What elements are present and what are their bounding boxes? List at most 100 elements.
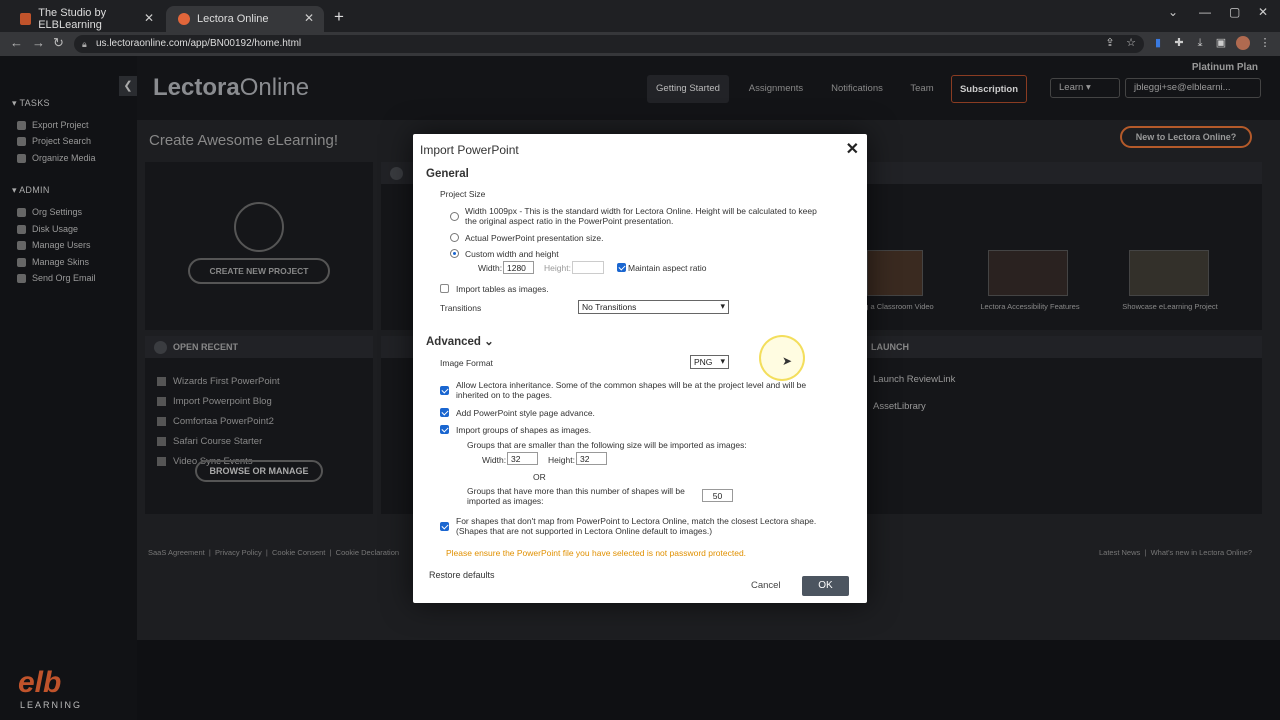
recent-item[interactable]: Import Powerpoint Blog bbox=[157, 396, 272, 407]
minimize-icon[interactable]: — bbox=[1199, 5, 1211, 19]
recent-item[interactable]: Safari Course Starter bbox=[157, 436, 262, 447]
browse-or-manage-button[interactable]: BROWSE OR MANAGE bbox=[195, 460, 323, 482]
whats-new-link[interactable]: What's new in Lectora Online? bbox=[1151, 548, 1252, 557]
groups-label: Import groups of shapes as images. bbox=[456, 425, 592, 435]
user-dropdown[interactable]: jbleggi+se@elblearni... bbox=[1125, 78, 1261, 98]
tasks-heading[interactable]: ▾ TASKS bbox=[12, 98, 50, 109]
reload-icon[interactable]: ↻ bbox=[53, 35, 64, 51]
skin-icon bbox=[17, 257, 26, 267]
learn-dropdown[interactable]: Learn ▾ bbox=[1050, 78, 1120, 98]
back-icon[interactable]: ← bbox=[10, 35, 23, 50]
forward-icon[interactable]: → bbox=[32, 35, 45, 50]
sidebar-item-send-email[interactable]: Send Org Email bbox=[17, 273, 96, 283]
maximize-icon[interactable]: ▢ bbox=[1229, 5, 1240, 19]
closest-shape-checkbox[interactable] bbox=[440, 522, 449, 531]
mouse-pointer-icon: ➤ bbox=[782, 354, 793, 368]
groups-checkbox[interactable] bbox=[440, 425, 449, 434]
sidebar-item-search[interactable]: Project Search bbox=[17, 136, 91, 146]
nav-team[interactable]: Team bbox=[900, 75, 944, 103]
sidebar-item-manage-users[interactable]: Manage Users bbox=[17, 240, 91, 250]
admin-heading[interactable]: ▾ ADMIN bbox=[12, 185, 50, 196]
new-tab-icon[interactable]: + bbox=[334, 7, 344, 27]
elb-logo-sub: LEARNING bbox=[20, 700, 83, 710]
tutorial-label[interactable]: Lectora Accessibility Features bbox=[971, 302, 1089, 311]
create-new-project-button[interactable]: CREATE NEW PROJECT bbox=[188, 258, 330, 284]
tutorial-label[interactable]: Showcase eLearning Project bbox=[1111, 302, 1229, 311]
open-recent-header: OPEN RECENT bbox=[145, 336, 373, 358]
close-icon[interactable]: ✕ bbox=[846, 139, 859, 159]
browser-tab-studio[interactable]: The Studio by ELBLearning ✕ bbox=[8, 6, 164, 32]
inheritance-checkbox[interactable] bbox=[440, 386, 449, 395]
nav-subscription[interactable]: Subscription bbox=[951, 75, 1027, 103]
ok-button[interactable]: OK bbox=[802, 576, 849, 596]
bookmark-star-icon[interactable]: ☆ bbox=[1124, 36, 1138, 50]
sidepanel-icon[interactable]: ▣ bbox=[1214, 36, 1228, 50]
plan-label: Platinum Plan bbox=[1191, 62, 1258, 73]
saas-link[interactable]: SaaS Agreement bbox=[148, 548, 205, 557]
standard-width-label: Width 1009px - This is the standard widt… bbox=[465, 206, 817, 226]
radio-actual-size[interactable] bbox=[450, 233, 459, 242]
sidebar-item-export[interactable]: Export Project bbox=[17, 120, 89, 130]
custom-size-label: Custom width and height bbox=[465, 249, 559, 259]
address-bar[interactable]: 🔒︎ us.lectoraonline.com/app/BN00192/home… bbox=[74, 35, 1144, 53]
close-tab-icon[interactable]: ✕ bbox=[144, 11, 154, 25]
chevron-down-icon: ⌄ bbox=[484, 336, 494, 348]
privacy-link[interactable]: Privacy Policy bbox=[215, 548, 262, 557]
recent-item[interactable]: Wizards First PowerPoint bbox=[157, 376, 280, 387]
radio-custom-size[interactable] bbox=[450, 249, 459, 258]
maintain-aspect-label: Maintain aspect ratio bbox=[628, 263, 707, 273]
image-format-select[interactable]: PNG bbox=[690, 355, 729, 369]
password-warning: Please ensure the PowerPoint file you ha… bbox=[446, 548, 747, 558]
cancel-button[interactable]: Cancel bbox=[751, 580, 781, 591]
image-format-label: Image Format bbox=[440, 358, 493, 368]
import-tables-checkbox[interactable] bbox=[440, 284, 449, 293]
group-height-input[interactable]: 32 bbox=[576, 452, 607, 465]
height-input[interactable] bbox=[572, 261, 604, 274]
close-window-icon[interactable]: ✕ bbox=[1258, 5, 1268, 19]
collapse-sidebar-icon[interactable]: ❮ bbox=[119, 76, 137, 96]
search-icon bbox=[17, 136, 26, 146]
share-icon[interactable]: ⇪ bbox=[1103, 36, 1117, 50]
sidebar-item-manage-skins[interactable]: Manage Skins bbox=[17, 257, 89, 267]
restore-defaults-link[interactable]: Restore defaults bbox=[429, 570, 495, 580]
transitions-select[interactable]: No Transitions bbox=[578, 300, 729, 314]
groups-more-input[interactable]: 50 bbox=[702, 489, 733, 502]
footer-left: SaaS Agreement | Privacy Policy | Cookie… bbox=[148, 548, 400, 557]
extension-icon[interactable]: ▮ bbox=[1151, 36, 1165, 50]
chevron-down-icon[interactable]: ⌄ bbox=[1168, 5, 1178, 19]
nav-getting-started[interactable]: Getting Started bbox=[647, 75, 729, 103]
width-input[interactable]: 1280 bbox=[503, 261, 534, 274]
open-recent-panel: OPEN RECENT Wizards First PowerPoint Imp… bbox=[145, 336, 373, 514]
launch-reviewlink-link[interactable]: Launch ReviewLink bbox=[873, 374, 955, 385]
gear-icon bbox=[17, 207, 26, 217]
radio-standard-width[interactable] bbox=[450, 212, 459, 221]
sidebar-item-org-settings[interactable]: Org Settings bbox=[17, 207, 82, 217]
browser-tab-lectora[interactable]: Lectora Online ✕ bbox=[166, 6, 324, 32]
cookie-consent-link[interactable]: Cookie Consent bbox=[272, 548, 325, 557]
asset-library-link[interactable]: AssetLibrary bbox=[873, 401, 926, 412]
sidebar-item-media[interactable]: Organize Media bbox=[17, 153, 96, 163]
new-to-lectora-button[interactable]: New to Lectora Online? bbox=[1120, 126, 1252, 148]
recent-item[interactable]: Comfortaa PowerPoint2 bbox=[157, 416, 274, 427]
nav-assignments[interactable]: Assignments bbox=[737, 75, 815, 103]
latest-news-link[interactable]: Latest News bbox=[1099, 548, 1140, 557]
advanced-heading[interactable]: Advanced ⌄ bbox=[426, 334, 494, 348]
menu-kebab-icon[interactable]: ⋮ bbox=[1258, 36, 1272, 50]
tutorial-thumb[interactable] bbox=[1129, 250, 1209, 296]
groups-small-label: Groups that are smaller than the followi… bbox=[467, 440, 747, 450]
page-advance-checkbox[interactable] bbox=[440, 408, 449, 417]
lock-icon: 🔒︎ bbox=[82, 39, 87, 49]
close-tab-icon[interactable]: ✕ bbox=[304, 11, 314, 25]
sidebar-item-disk-usage[interactable]: Disk Usage bbox=[17, 224, 78, 234]
group-width-input[interactable]: 32 bbox=[507, 452, 538, 465]
puzzle-icon[interactable]: ✚ bbox=[1172, 36, 1186, 50]
tutorial-thumb[interactable] bbox=[867, 250, 923, 296]
nav-notifications[interactable]: Notifications bbox=[820, 75, 894, 103]
tutorial-thumb[interactable] bbox=[988, 250, 1068, 296]
profile-avatar[interactable] bbox=[1236, 36, 1250, 50]
group-width-label: Width: bbox=[482, 455, 507, 465]
maintain-aspect-checkbox[interactable] bbox=[617, 263, 626, 272]
download-icon[interactable]: ⤓ bbox=[1193, 36, 1207, 50]
cookie-declaration-link[interactable]: Cookie Declaration bbox=[336, 548, 399, 557]
books-icon bbox=[234, 202, 284, 252]
